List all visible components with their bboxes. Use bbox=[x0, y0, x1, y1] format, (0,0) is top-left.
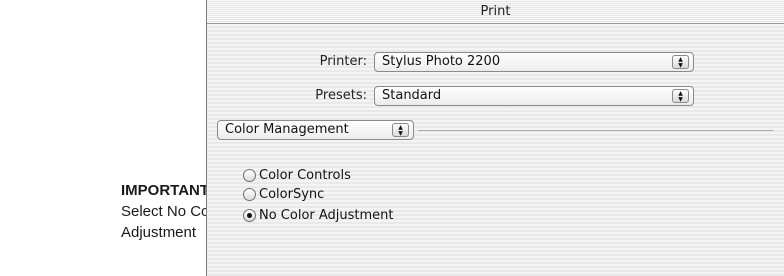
printer-popup[interactable]: Stylus Photo 2200 ▲ ▼ bbox=[374, 52, 694, 72]
window-title: Print bbox=[207, 0, 784, 24]
panel-menu-popup[interactable]: Color Management ▲ ▼ bbox=[217, 120, 414, 140]
radio-label: ColorSync bbox=[259, 187, 325, 202]
panel-menu-value: Color Management bbox=[225, 122, 349, 137]
radio-button-icon bbox=[243, 169, 256, 182]
printer-label: Printer: bbox=[319, 54, 367, 69]
radio-label: No Color Adjustment bbox=[259, 208, 394, 223]
popup-arrows-icon: ▲ ▼ bbox=[392, 123, 409, 137]
presets-popup[interactable]: Standard ▲ ▼ bbox=[374, 86, 694, 106]
radio-button-selected-icon bbox=[243, 209, 256, 222]
section-separator bbox=[418, 130, 773, 131]
radio-button-icon bbox=[243, 188, 256, 201]
printer-value: Stylus Photo 2200 bbox=[382, 54, 501, 69]
print-dialog: Print Printer: Stylus Photo 2200 ▲ ▼ Pres… bbox=[206, 0, 784, 276]
popup-arrows-icon: ▲ ▼ bbox=[672, 55, 689, 69]
popup-arrows-icon: ▲ ▼ bbox=[672, 89, 689, 103]
radio-label: Color Controls bbox=[259, 168, 351, 183]
presets-label: Presets: bbox=[315, 88, 367, 103]
presets-value: Standard bbox=[382, 88, 442, 103]
